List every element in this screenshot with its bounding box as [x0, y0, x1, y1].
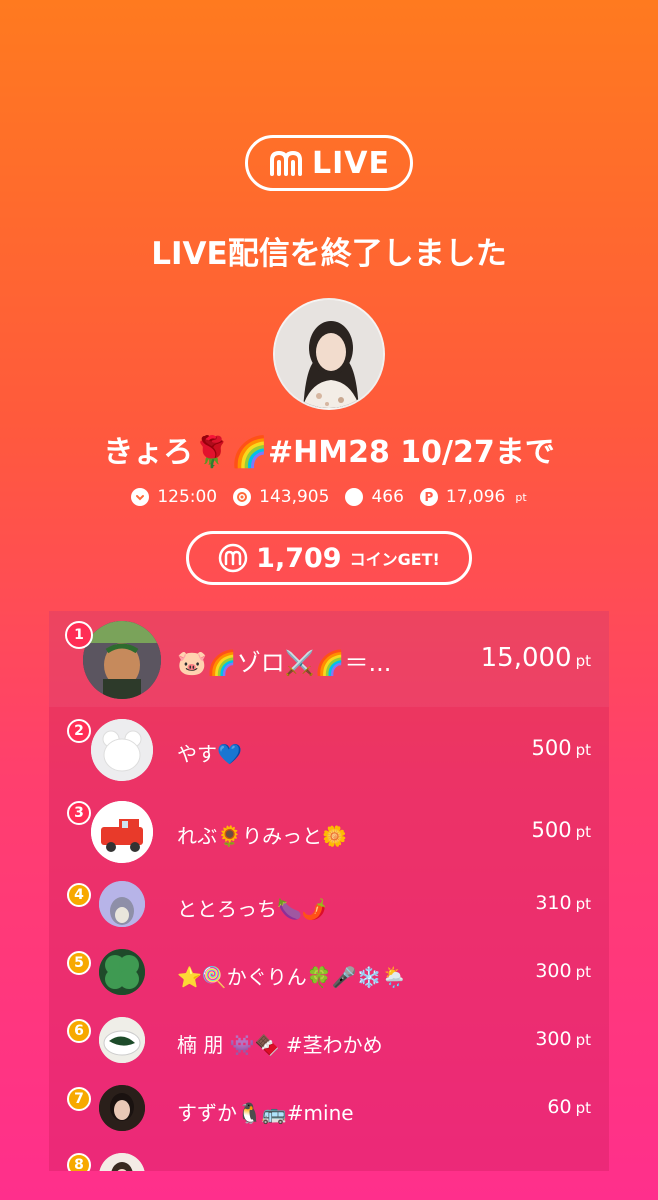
ranker-points: 60 pt [547, 1096, 591, 1118]
ranking-row[interactable]: 1 🐷🌈ゾロ⚔️🌈＝... 15,000 pt [49, 611, 609, 707]
mixchannel-live-logo: LIVE [245, 135, 413, 191]
ranker-points-value: 300 [535, 1028, 572, 1050]
ranking-row[interactable]: 5 ⭐🍭かぐりん🍀🎤❄️🌦️ 300 pt [49, 943, 609, 1009]
ranking-row[interactable]: 4 ととろっち🍆🌶️ 310 pt [49, 875, 609, 941]
ranker-points-unit: pt [575, 1031, 591, 1049]
ranking-row[interactable]: 6 楠 朋 👾🍫 #茎わかめ 300 pt [49, 1011, 609, 1077]
coin-label: コインGET! [349, 550, 440, 569]
ranker-name: ⭐🍭かぐりん🍀🎤❄️🌦️ [177, 965, 407, 989]
rank-badge: 1 [65, 621, 93, 649]
stat-duration: 125:00 [131, 487, 217, 507]
page-title: LIVE配信を終了しました [151, 236, 507, 272]
comment-icon [345, 488, 364, 506]
ranker-points-value: 60 [547, 1096, 572, 1118]
ranker-points-value: 500 [531, 818, 572, 842]
points-icon: P [419, 488, 438, 506]
ranker-points: 15,000 pt [481, 643, 591, 673]
rank-badge: 2 [67, 719, 91, 743]
coin-icon [218, 543, 248, 573]
ranker-avatar[interactable] [99, 1017, 145, 1063]
ranker-points: 310 pt [535, 892, 591, 914]
ranker-points-unit: pt [575, 895, 591, 913]
ranker-name: れぶ🌻りみっと🌼 [177, 824, 348, 848]
ranker-avatar[interactable] [91, 719, 153, 781]
ranker-points-unit: pt [575, 652, 591, 670]
ranker-avatar[interactable] [99, 1085, 145, 1131]
stat-viewers: 143,905 [233, 487, 329, 507]
ranker-name: すずか🐧🚌#mine [177, 1101, 354, 1125]
ranker-avatar[interactable] [99, 1153, 145, 1171]
ranker-points-value: 310 [535, 892, 572, 914]
ranker-avatar[interactable] [99, 949, 145, 995]
ranker-points-unit: pt [575, 823, 591, 841]
stat-comments: 466 [345, 487, 404, 507]
clock-icon [131, 488, 150, 506]
viewers-icon [233, 488, 252, 506]
ranker-name: やす💙 [177, 742, 242, 766]
ranker-avatar[interactable] [83, 621, 161, 699]
rank-badge: 4 [67, 883, 91, 907]
stat-points-value: 17,096 [445, 487, 506, 507]
stream-stats: 125:00 143,905 466 P 17,096 pt [0, 487, 658, 507]
live-logo-text: LIVE [312, 145, 390, 181]
stat-comments-value: 466 [371, 487, 404, 507]
ranker-avatar[interactable] [99, 881, 145, 927]
ranker-avatar[interactable] [91, 801, 153, 863]
ranker-name: ととろっち🍆🌶️ [177, 897, 327, 921]
ranker-points-unit: pt [575, 741, 591, 759]
coins-earned: 1,709 コインGET! [186, 531, 472, 585]
stat-points: P 17,096 pt [419, 487, 527, 507]
rank-badge: 7 [67, 1087, 91, 1111]
gift-ranking-list[interactable]: 1 🐷🌈ゾロ⚔️🌈＝... 15,000 pt 2 やす💙 500 pt 3 れぶ🌻… [49, 611, 609, 1171]
ranking-row[interactable]: 3 れぶ🌻りみっと🌼 500 pt [49, 793, 609, 873]
coin-amount: 1,709 [256, 542, 342, 574]
rank-badge: 8 [67, 1153, 91, 1171]
ranker-points-value: 15,000 [480, 643, 572, 673]
ranker-name: 🐷🌈ゾロ⚔️🌈＝... [177, 649, 392, 677]
ranking-row[interactable]: 7 すずか🐧🚌#mine 60 pt [49, 1079, 609, 1145]
streamer-avatar[interactable] [273, 298, 385, 410]
streamer-name: きょろ🌹🌈#HM28 10/27まで [103, 435, 555, 470]
ranker-name: 楠 朋 👾🍫 #茎わかめ [177, 1033, 383, 1057]
rank-badge: 3 [67, 801, 91, 825]
ranking-row[interactable]: 8 [49, 1147, 609, 1171]
rank-badge: 6 [67, 1019, 91, 1043]
ranker-points-unit: pt [575, 1099, 591, 1117]
ranker-points: 300 pt [535, 1028, 591, 1050]
stat-points-unit: pt [515, 490, 527, 504]
ranker-points: 500 pt [532, 736, 592, 760]
rank-badge: 5 [67, 951, 91, 975]
ranker-points: 500 pt [532, 818, 592, 842]
stat-viewers-value: 143,905 [259, 487, 330, 507]
ranker-points-value: 300 [535, 960, 572, 982]
m-logo-icon [270, 150, 302, 176]
ranking-row[interactable]: 2 やす💙 500 pt [49, 711, 609, 791]
ranker-points-value: 500 [531, 736, 572, 760]
ranker-points-unit: pt [575, 963, 591, 981]
stat-duration-value: 125:00 [157, 487, 218, 507]
ranker-points: 300 pt [535, 960, 591, 982]
